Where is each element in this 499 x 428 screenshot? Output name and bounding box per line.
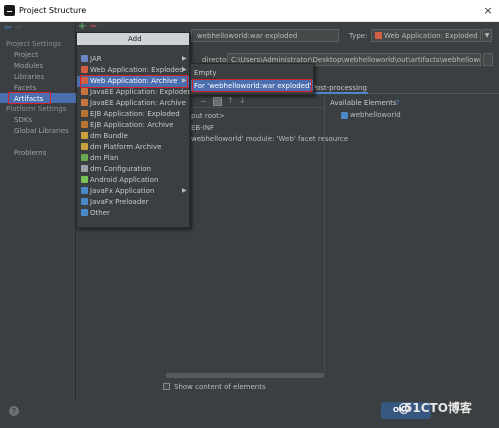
- submenu-arrow-icon: ▶: [182, 55, 187, 62]
- menu-item-web-application-archive[interactable]: Web Application: Archive: [90, 76, 177, 86]
- submenu-item-for-exploded[interactable]: For 'webhelloworld:war exploded': [194, 81, 311, 91]
- javafx-icon: [81, 198, 88, 205]
- ejb-icon: [81, 121, 88, 128]
- sidebar-item-global-libraries[interactable]: Global Libraries: [14, 126, 69, 136]
- dm-config-icon: [81, 165, 88, 172]
- module-folder-icon: [341, 112, 348, 119]
- tab-post-processing[interactable]: Post-processing: [312, 83, 367, 93]
- watermark: 51CTO博客: [404, 401, 472, 415]
- add-menu-header-label: Add: [128, 35, 142, 43]
- remove-artifact-button[interactable]: −: [89, 22, 97, 32]
- web-archive-submenu: Empty For 'webhelloworld:war exploded': [190, 63, 314, 95]
- platform-settings-header: Platform Settings: [6, 105, 67, 113]
- menu-item-dm-platform-archive[interactable]: dm Platform Archive: [90, 142, 161, 152]
- artifact-name-field[interactable]: webhelloworld:war exploded: [191, 29, 339, 42]
- help-icon[interactable]: ?: [9, 406, 19, 416]
- android-icon: [81, 176, 88, 183]
- close-button[interactable]: ×: [481, 4, 495, 18]
- move-up-icon[interactable]: ↑: [227, 97, 234, 105]
- menu-item-dm-configuration[interactable]: dm Configuration: [90, 164, 151, 174]
- dm-bundle-icon: [81, 132, 88, 139]
- available-elements-label: Available Elements: [330, 99, 397, 107]
- window-titlebar: Project Structure ×: [0, 0, 499, 22]
- horizontal-scrollbar[interactable]: [166, 373, 324, 378]
- sidebar-item-problems[interactable]: Problems: [14, 148, 46, 158]
- add-menu-header: Add: [77, 33, 189, 45]
- ejb-icon: [81, 110, 88, 117]
- add-artifact-menu: Add JAR ▶ Web Application: Exploded ▶ Web Ap…: [76, 32, 192, 228]
- menu-item-javafx-application[interactable]: JavaFx Application: [90, 186, 154, 196]
- output-root-node[interactable]: put root>: [191, 111, 225, 121]
- intellij-app-icon: [4, 5, 15, 16]
- forward-arrow-icon[interactable]: ⇨: [15, 24, 23, 33]
- menu-item-ejb-application-archive[interactable]: EJB Application: Archive: [90, 120, 173, 130]
- menu-item-jar[interactable]: JAR: [90, 54, 102, 64]
- menu-item-javaee-application-archive[interactable]: JavaEE Application: Archive: [90, 98, 186, 108]
- menu-item-dm-plan[interactable]: dm Plan: [90, 153, 118, 163]
- annotation-box-artifacts: [8, 92, 51, 104]
- submenu-arrow-icon: ▶: [182, 66, 187, 73]
- output-tree-toolbar: [188, 95, 324, 108]
- menu-item-web-application-exploded[interactable]: Web Application: Exploded: [90, 65, 184, 75]
- type-dropdown[interactable]: Web Application: Exploded: [371, 29, 481, 42]
- type-label: Type:: [349, 32, 368, 40]
- javaee-icon: [81, 88, 88, 95]
- dialog-body: ⇦ ⇨ Project Settings Project Modules Lib…: [0, 22, 499, 428]
- submenu-arrow-icon: ▶: [182, 187, 187, 194]
- web-inf-node[interactable]: EB-INF: [191, 123, 214, 133]
- javaee-icon: [81, 99, 88, 106]
- sidebar-item-modules[interactable]: Modules: [14, 61, 43, 71]
- web-app-icon: [375, 32, 382, 39]
- submenu-item-empty[interactable]: Empty: [194, 68, 217, 78]
- javafx-icon: [81, 187, 88, 194]
- sidebar-item-sdks[interactable]: SDKs: [14, 115, 32, 125]
- remove-element-icon[interactable]: −: [200, 98, 207, 106]
- web-app-icon: [81, 66, 88, 73]
- dm-platform-icon: [81, 143, 88, 150]
- add-artifact-button[interactable]: +: [78, 22, 86, 32]
- jar-icon: [81, 55, 88, 62]
- window-title: Project Structure: [19, 6, 87, 15]
- sort-icon[interactable]: [213, 97, 222, 106]
- web-app-icon: [81, 77, 88, 84]
- other-icon: [81, 209, 88, 216]
- folder-browse-icon[interactable]: [483, 53, 493, 66]
- menu-item-android-application[interactable]: Android Application: [90, 175, 158, 185]
- menu-item-javaee-application-exploded[interactable]: JavaEE Application: Exploded: [90, 87, 192, 97]
- dm-plan-icon: [81, 154, 88, 161]
- back-arrow-icon[interactable]: ⇦: [4, 24, 12, 33]
- project-settings-header: Project Settings: [6, 40, 61, 48]
- menu-item-ejb-application-exploded[interactable]: EJB Application: Exploded: [90, 109, 180, 119]
- sidebar-item-libraries[interactable]: Libraries: [14, 72, 44, 82]
- show-content-checkbox[interactable]: [163, 383, 170, 390]
- submenu-arrow-icon: ▶: [182, 77, 187, 84]
- menu-item-dm-bundle[interactable]: dm Bundle: [90, 131, 128, 141]
- help-question-icon[interactable]: ?: [396, 98, 400, 108]
- artifact-name-value: webhelloworld:war exploded: [197, 32, 298, 40]
- sidebar: ⇦ ⇨ Project Settings Project Modules Lib…: [0, 22, 76, 400]
- panel-divider: [324, 95, 325, 375]
- menu-item-javafx-preloader[interactable]: JavaFx Preloader: [90, 197, 148, 207]
- move-down-icon[interactable]: ↓: [239, 97, 246, 105]
- type-value: Web Application: Exploded: [384, 32, 478, 40]
- show-content-label: Show content of elements: [174, 383, 266, 391]
- chevron-down-icon[interactable]: ▼: [482, 29, 492, 42]
- sidebar-item-project[interactable]: Project: [14, 50, 38, 60]
- available-item-webhelloworld[interactable]: webhelloworld: [350, 110, 401, 120]
- menu-item-other[interactable]: Other: [90, 208, 110, 218]
